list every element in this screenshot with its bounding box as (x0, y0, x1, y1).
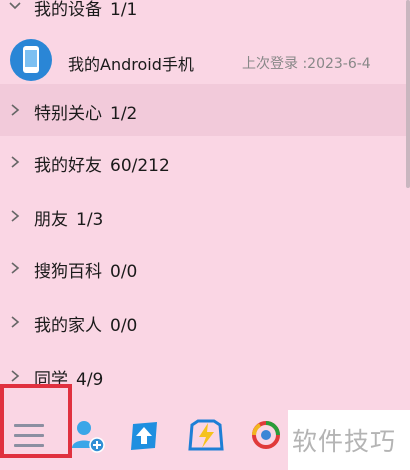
android-phone-icon (10, 39, 52, 81)
chevron-down-icon (8, 0, 22, 13)
chevron-right-icon (8, 103, 22, 117)
group-my-family[interactable]: 我的家人 0/0 (0, 296, 406, 348)
group-label: 特别关心 1/2 (34, 104, 138, 124)
add-contact-icon (72, 421, 105, 453)
watermark-text: 软件技巧 (292, 427, 397, 456)
group-label: 搜狗百科 0/0 (34, 262, 138, 282)
group-label: 我的好友 60/212 (34, 156, 170, 176)
chevron-right-icon (8, 315, 22, 329)
scrollbar[interactable] (406, 0, 410, 188)
group-label: 我的家人 0/0 (34, 316, 138, 336)
upload-app-button[interactable] (124, 412, 164, 458)
arrow-up-app-icon (131, 422, 157, 450)
group-my-friends[interactable]: 我的好友 60/212 (0, 136, 406, 188)
group-special-care[interactable]: 特别关心 1/2 (0, 84, 406, 136)
contact-group-list: 我的设备 1/1 我的Android手机 上次登录 :2023-6-4 特别关心 1… (0, 0, 406, 400)
chevron-right-icon (8, 209, 22, 223)
browser-app-icon (252, 421, 280, 449)
device-android-phone[interactable]: 我的Android手机 上次登录 :2023-6-4 (0, 34, 406, 86)
group-label: 朋友 1/3 (34, 210, 104, 230)
device-name: 我的Android手机 (68, 55, 194, 74)
chevron-right-icon (8, 155, 22, 169)
lightning-app-button[interactable] (186, 412, 226, 458)
device-last-login: 上次登录 :2023-6-4 (242, 56, 371, 72)
chevron-right-icon (8, 369, 22, 383)
group-sogou-baike[interactable]: 搜狗百科 0/0 (0, 242, 406, 294)
group-label: 我的设备 1/1 (34, 0, 138, 20)
chevron-right-icon (8, 261, 22, 275)
highlight-box (0, 384, 72, 458)
browser-app-button[interactable] (246, 412, 286, 458)
group-my-devices[interactable]: 我的设备 1/1 (0, 0, 406, 32)
add-contact-button[interactable] (68, 412, 108, 458)
group-friends[interactable]: 朋友 1/3 (0, 190, 406, 242)
watermark-area: 软件技巧 (288, 410, 410, 470)
lightning-app-icon (188, 419, 224, 451)
